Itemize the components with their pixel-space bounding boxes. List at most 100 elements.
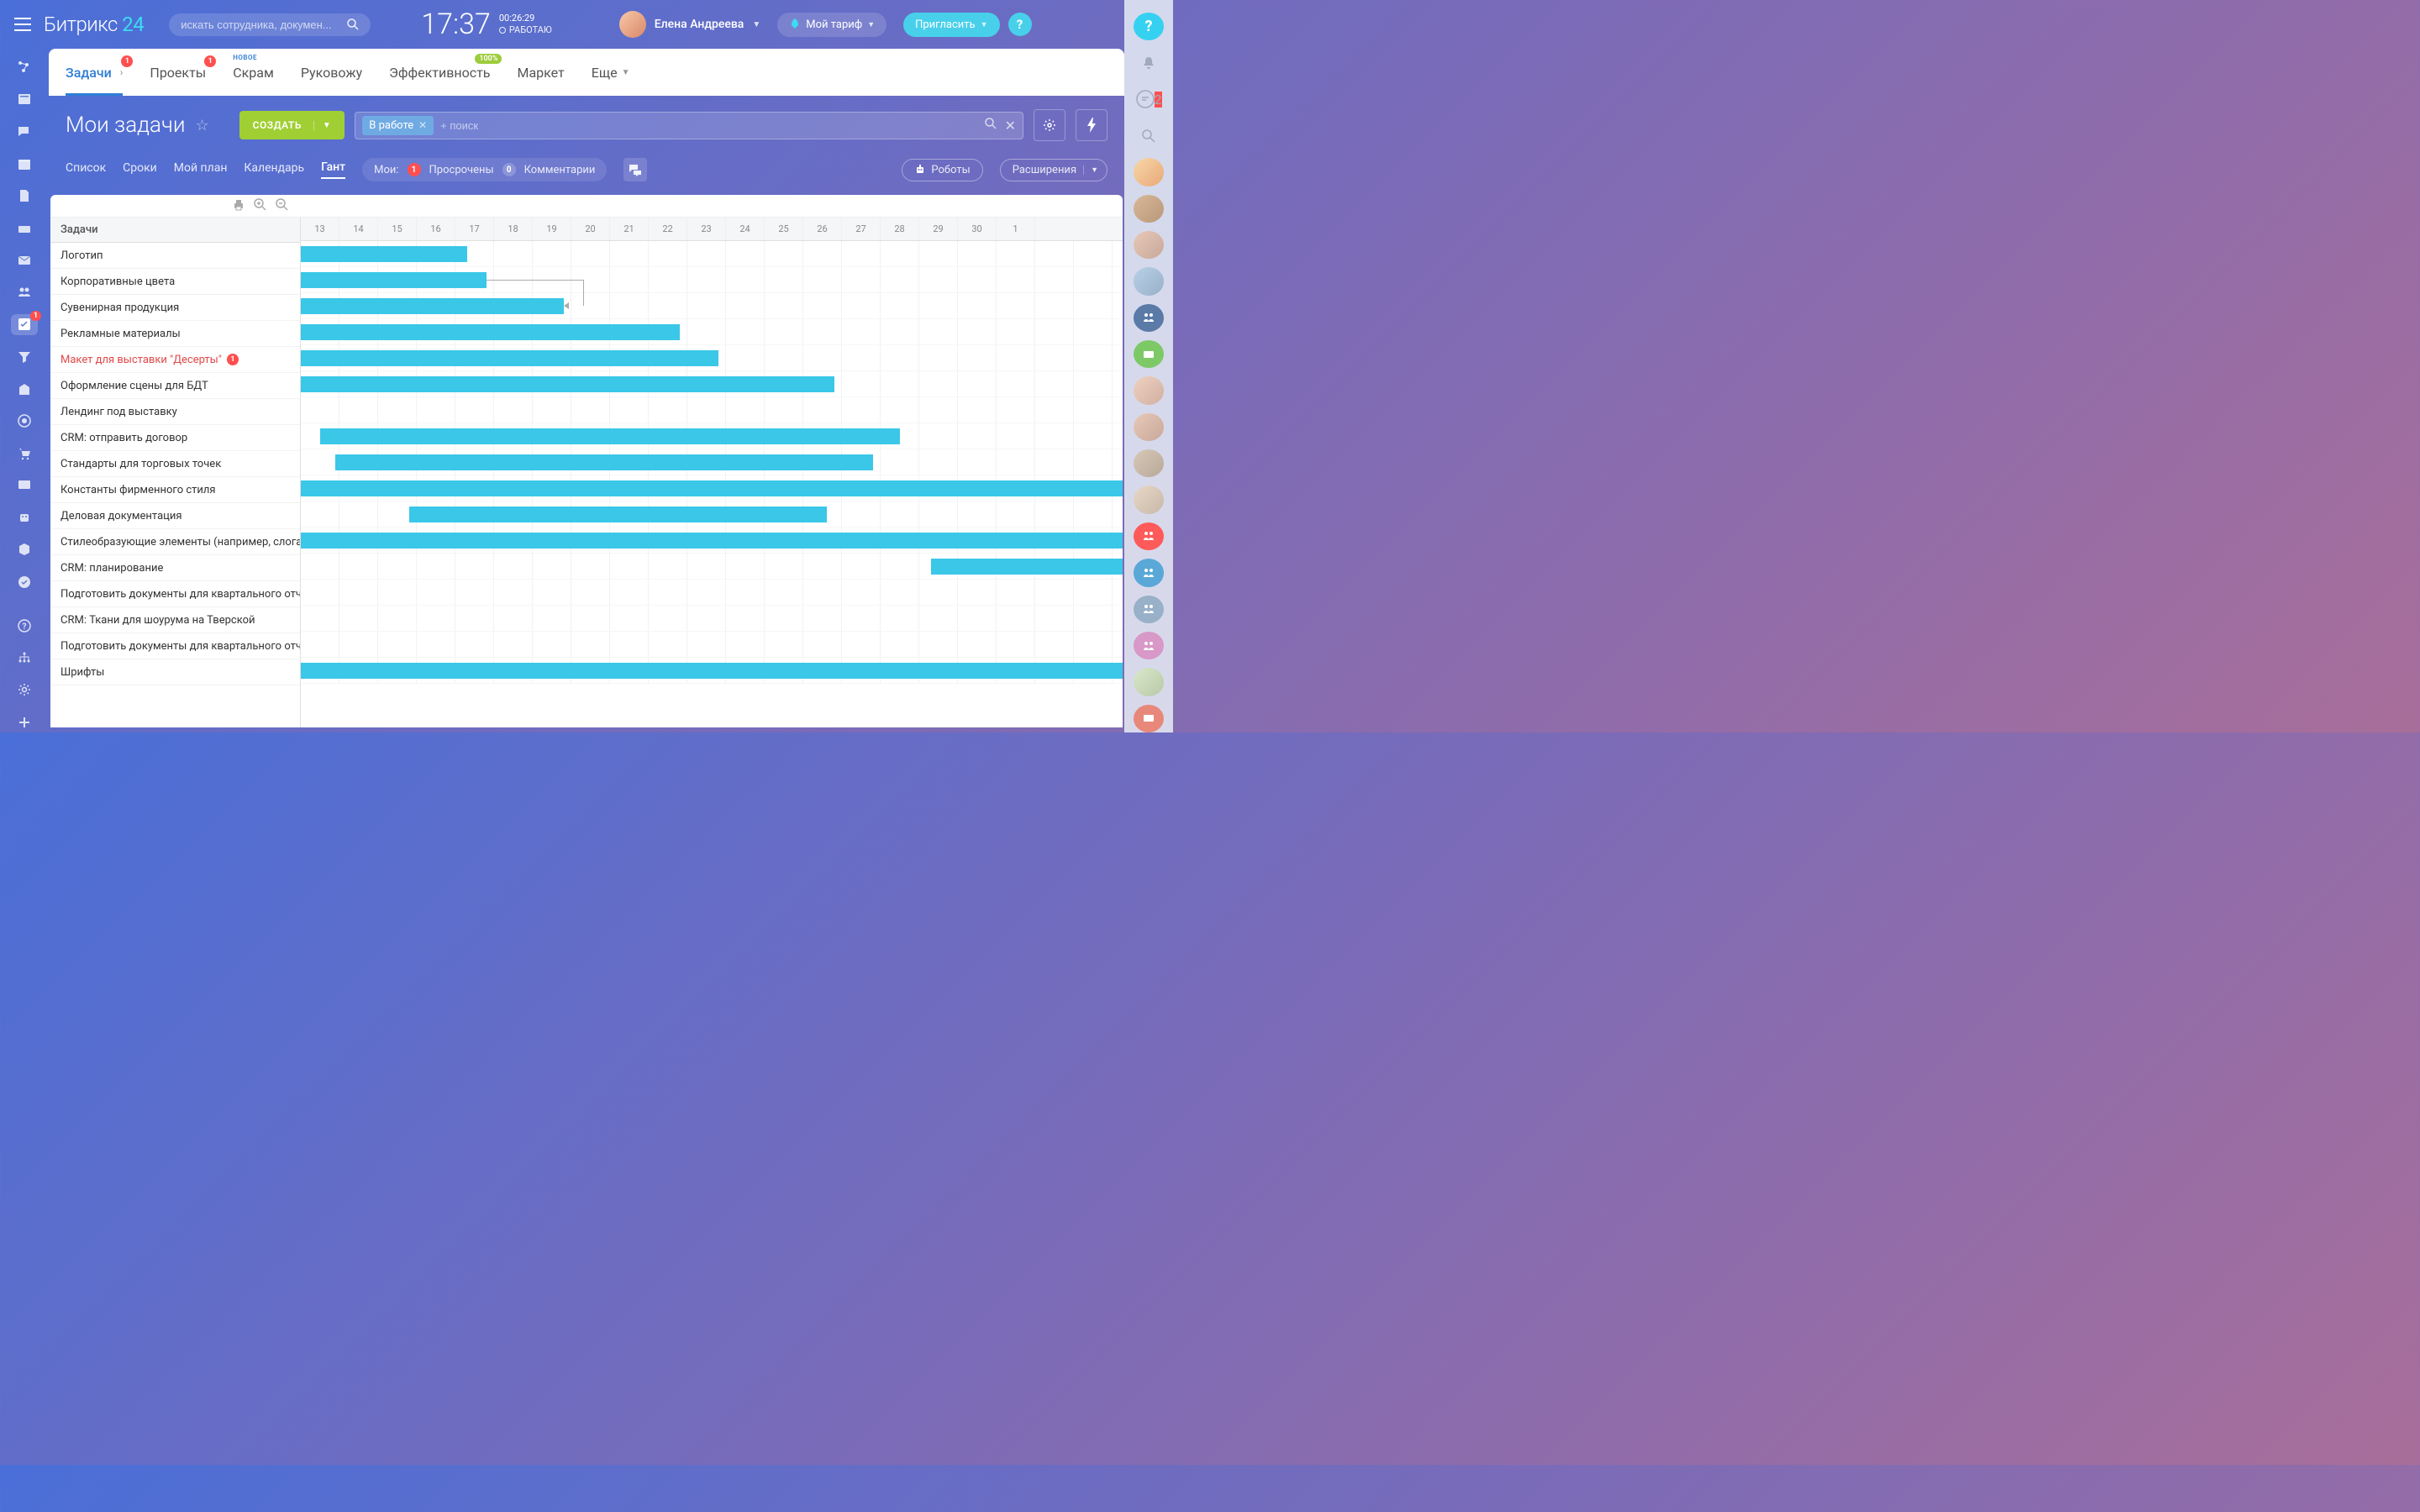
chevron-down-icon[interactable]: ▼	[1083, 165, 1098, 175]
contact-avatar[interactable]	[1134, 449, 1164, 477]
task-row[interactable]: Оформление сцены для БДТ	[50, 373, 300, 399]
viewtab-gantt[interactable]: Гант	[321, 160, 345, 179]
sidebar-tasks-icon[interactable]: 1	[11, 314, 38, 334]
main-menu-toggle[interactable]	[10, 12, 35, 37]
sidebar-help-icon[interactable]: ?	[11, 616, 38, 636]
gantt-bar[interactable]	[301, 663, 1123, 679]
search-icon[interactable]	[985, 118, 997, 134]
task-row[interactable]: Подготовить документы для квартального о…	[50, 633, 300, 659]
task-row[interactable]: Стандарты для торговых точек	[50, 451, 300, 477]
contact-group-icon[interactable]	[1134, 522, 1164, 550]
gantt-bar[interactable]	[301, 324, 680, 340]
contact-avatar[interactable]	[1134, 195, 1164, 223]
gantt-bar[interactable]	[301, 246, 467, 262]
invite-button[interactable]: Пригласить ▼	[903, 13, 999, 37]
filter-chip-inwork[interactable]: В работе ✕	[362, 116, 434, 135]
zoom-out-icon[interactable]	[276, 198, 291, 213]
tab-market[interactable]: Маркет	[517, 49, 564, 96]
sidebar-news-icon[interactable]	[11, 89, 38, 109]
star-icon[interactable]: ☆	[195, 117, 208, 134]
viewtab-myplan[interactable]: Мой план	[174, 161, 228, 178]
tab-scrum[interactable]: НОВОЕ Скрам	[233, 49, 274, 96]
global-search-input[interactable]	[181, 18, 347, 31]
task-row[interactable]: Логотип	[50, 243, 300, 269]
sidebar-docs-icon[interactable]	[11, 186, 38, 206]
right-search-icon[interactable]	[1134, 122, 1164, 150]
sidebar-settings-icon[interactable]	[11, 680, 38, 700]
tab-projects[interactable]: Проекты 1	[150, 49, 206, 96]
tab-manage[interactable]: Руковожу	[301, 49, 362, 96]
print-icon[interactable]	[232, 198, 247, 213]
task-row[interactable]: Шрифты	[50, 659, 300, 685]
task-row[interactable]: CRM: планирование	[50, 555, 300, 581]
sidebar-feed-icon[interactable]	[11, 57, 38, 77]
gantt-bar[interactable]	[301, 376, 834, 392]
right-chat-icon[interactable]: 2	[1134, 86, 1164, 113]
zoom-in-icon[interactable]	[254, 198, 269, 213]
gantt-bar[interactable]	[335, 454, 872, 470]
sidebar-groups-icon[interactable]	[11, 282, 38, 302]
sidebar-android-icon[interactable]	[11, 507, 38, 528]
gear-button[interactable]	[1034, 109, 1065, 141]
contact-avatar[interactable]	[1134, 231, 1164, 259]
gantt-bar[interactable]	[931, 559, 1123, 575]
gantt-bar[interactable]	[409, 507, 827, 522]
sidebar-company-icon[interactable]	[11, 379, 38, 399]
task-row[interactable]: Сувенирная продукция	[50, 295, 300, 321]
extensions-button[interactable]: Расширения ▼	[1000, 159, 1107, 181]
right-help-button[interactable]: ?	[1134, 13, 1164, 40]
contact-avatar[interactable]	[1134, 486, 1164, 513]
sidebar-calendar-icon[interactable]	[11, 154, 38, 174]
help-button[interactable]: ?	[1008, 13, 1032, 36]
robots-button[interactable]: Роботы	[902, 159, 982, 181]
gantt-bar[interactable]	[320, 428, 900, 444]
chat-panel-button[interactable]	[623, 158, 647, 181]
contact-avatar[interactable]	[1134, 376, 1164, 404]
task-row[interactable]: Лендинг под выставку	[50, 399, 300, 425]
contact-card-icon[interactable]	[1134, 340, 1164, 368]
gantt-bar[interactable]	[301, 533, 1123, 549]
contact-avatar[interactable]	[1134, 158, 1164, 186]
sidebar-shop-icon[interactable]	[11, 443, 38, 463]
global-search[interactable]	[169, 13, 371, 36]
sidebar-drive-icon[interactable]	[11, 218, 38, 238]
task-row[interactable]: Стилеобразующие элементы (например, слог…	[50, 529, 300, 555]
viewtab-calendar[interactable]: Календарь	[244, 161, 304, 178]
tab-tasks[interactable]: Задачи 1 ›	[66, 49, 123, 96]
contact-group-icon[interactable]	[1134, 559, 1164, 586]
sidebar-mail-icon[interactable]	[11, 250, 38, 270]
task-row[interactable]: Константы фирменного стиля	[50, 477, 300, 503]
task-row[interactable]: Макет для выставки "Десерты"1	[50, 347, 300, 373]
filter-search-input[interactable]	[440, 119, 588, 132]
sidebar-chat-icon[interactable]	[11, 122, 38, 142]
right-bell-icon[interactable]	[1134, 49, 1164, 76]
mine-filter[interactable]: Мои: 1 Просрочены 0 Комментарии	[362, 158, 607, 181]
create-button[interactable]: СОЗДАТЬ ▼	[239, 111, 345, 139]
user-menu[interactable]: Елена Андреева ▼	[619, 11, 760, 38]
contact-card-icon[interactable]	[1134, 705, 1164, 732]
viewtab-list[interactable]: Список	[66, 161, 106, 178]
sidebar-package-icon[interactable]	[11, 539, 38, 559]
chevron-down-icon[interactable]: ▼	[313, 121, 331, 130]
task-row[interactable]: Подготовить документы для квартального о…	[50, 581, 300, 607]
close-icon[interactable]: ✕	[1005, 118, 1016, 134]
sidebar-sites-icon[interactable]	[11, 475, 38, 496]
tariff-button[interactable]: Мой тариф ▼	[777, 13, 886, 37]
task-row[interactable]: CRM: Ткани для шоурума на Тверской	[50, 607, 300, 633]
task-row[interactable]: CRM: отправить договор	[50, 425, 300, 451]
contact-avatar[interactable]	[1134, 668, 1164, 696]
contact-group-icon[interactable]	[1134, 304, 1164, 332]
gantt-bar[interactable]	[301, 480, 1123, 496]
contact-group-icon[interactable]	[1134, 632, 1164, 659]
sidebar-check-icon[interactable]	[11, 572, 38, 592]
viewtab-deadlines[interactable]: Сроки	[123, 161, 157, 178]
task-row[interactable]: Рекламные материалы	[50, 321, 300, 347]
sidebar-filter-icon[interactable]	[11, 347, 38, 367]
sidebar-add-icon[interactable]	[11, 712, 38, 732]
tab-efficiency[interactable]: Эффективность 100%	[389, 49, 490, 96]
gantt-bar[interactable]	[301, 272, 487, 288]
close-icon[interactable]: ✕	[418, 119, 427, 131]
sidebar-marketing-icon[interactable]	[11, 411, 38, 431]
contact-avatar[interactable]	[1134, 413, 1164, 441]
task-row[interactable]: Деловая документация	[50, 503, 300, 529]
